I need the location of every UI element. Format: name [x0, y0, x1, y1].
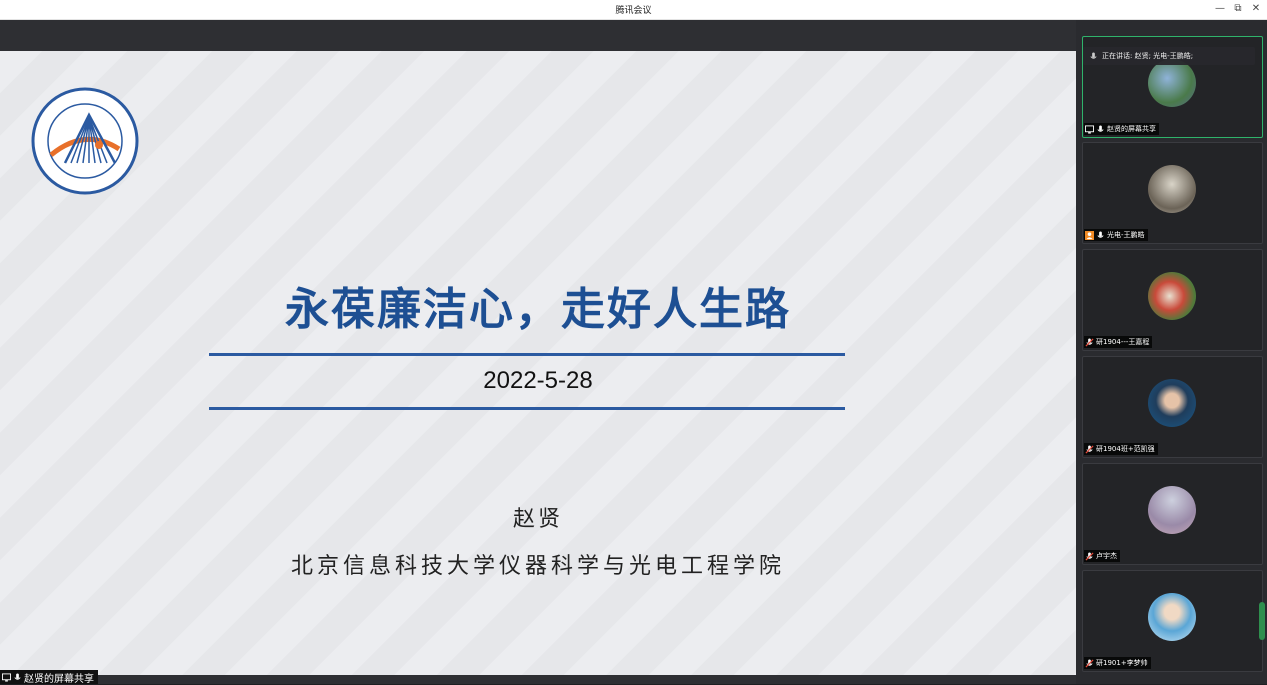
screen-share-label-text: 赵贤的屏幕共享: [24, 673, 94, 685]
participant-name: 研1901+李梦帅: [1096, 659, 1148, 667]
mic-muted-icon: [1085, 337, 1094, 347]
participant-panel: 赵贤的屏幕共享 光电-王鹏皓 研1904---王嘉程 研1904班+范凯强 卢宇…: [1076, 20, 1267, 684]
mic-muted-icon: [1085, 444, 1094, 454]
participant-label: 研1901+李梦帅: [1084, 657, 1151, 669]
participant-tile[interactable]: 研1904---王嘉程: [1082, 249, 1263, 351]
participant-label: 赵贤的屏幕共享: [1084, 123, 1159, 135]
participant-tile[interactable]: 卢宇杰: [1082, 463, 1263, 565]
screen-share-icon: [1085, 124, 1094, 134]
shared-screen-stage: 永葆廉洁心，走好人生路 2022-5-28 赵贤 北京信息科技大学仪器科学与光电…: [0, 20, 1076, 684]
presentation-slide: 永葆廉洁心，走好人生路 2022-5-28 赵贤 北京信息科技大学仪器科学与光电…: [0, 51, 1076, 675]
participant-name: 卢宇杰: [1096, 552, 1117, 560]
mic-muted-icon: [1085, 658, 1094, 668]
slide-institution: 北京信息科技大学仪器科学与光电工程学院: [290, 554, 785, 579]
window-title: 腾讯会议: [615, 6, 652, 16]
participant-tile[interactable]: 研1901+李梦帅: [1082, 570, 1263, 672]
participant-label: 光电-王鹏皓: [1084, 229, 1148, 241]
slide-date: 2022-5-28: [483, 367, 593, 394]
avatar: [1148, 593, 1196, 641]
close-button[interactable]: ✕: [1248, 2, 1264, 16]
participant-name: 研1904班+范凯强: [1096, 445, 1155, 453]
slide-title: 永葆廉洁心，走好人生路: [285, 284, 791, 335]
screen-share-icon: [2, 672, 11, 682]
speaking-indicator: 正在讲话: 赵贤; 光电-王鹏皓;: [1083, 47, 1255, 65]
title-divider-bottom: [209, 407, 845, 410]
avatar: [1148, 379, 1196, 427]
participant-name: 研1904---王嘉程: [1096, 338, 1150, 346]
mic-icon: [1097, 230, 1104, 238]
school-logo-icon: [31, 87, 139, 195]
restore-button[interactable]: ⧉: [1230, 2, 1246, 16]
participant-name: 光电-王鹏皓: [1107, 231, 1145, 239]
mic-icon: [14, 672, 21, 680]
avatar: [1148, 486, 1196, 534]
participant-name: 赵贤的屏幕共享: [1107, 125, 1156, 133]
participant-label: 研1904班+范凯强: [1084, 443, 1158, 455]
participant-tile[interactable]: 光电-王鹏皓: [1082, 142, 1263, 244]
screen-share-label: 赵贤的屏幕共享: [0, 670, 98, 685]
avatar: [1148, 59, 1196, 107]
title-divider-top: [209, 353, 845, 356]
mic-icon: [1090, 51, 1097, 59]
participant-label: 卢宇杰: [1084, 550, 1120, 562]
stage-top-bar: [0, 20, 1076, 51]
person-icon: [1085, 230, 1094, 240]
avatar: [1148, 165, 1196, 213]
minimize-button[interactable]: —: [1212, 2, 1228, 16]
mic-icon: [1097, 124, 1104, 132]
participant-tile[interactable]: 研1904班+范凯强: [1082, 356, 1263, 458]
speaking-text: 正在讲话: 赵贤; 光电-王鹏皓;: [1102, 52, 1194, 60]
slide-author: 赵贤: [512, 507, 563, 532]
avatar: [1148, 272, 1196, 320]
participant-label: 研1904---王嘉程: [1084, 336, 1153, 348]
mic-muted-icon: [1085, 551, 1094, 561]
panel-scrollbar[interactable]: [1259, 602, 1265, 640]
title-bar: 腾讯会议 — ⧉ ✕: [0, 0, 1267, 20]
stage-bottom-bar: [0, 675, 1076, 684]
